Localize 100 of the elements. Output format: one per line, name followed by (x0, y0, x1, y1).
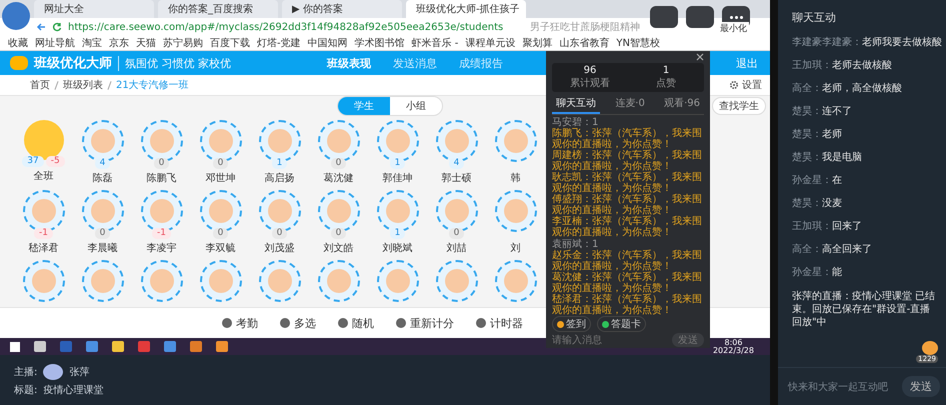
windows-start-icon[interactable] (10, 342, 20, 352)
sender-name: 孙金星： (792, 175, 832, 186)
chat-message: 周建榜：张萍（汽车系），我来围观你的直播啦，为你点赞！ (552, 151, 703, 172)
student-name: 郭佳坤 (382, 172, 412, 185)
bookmark-link[interactable]: 苏宁易购 (163, 36, 203, 50)
bookmark-link[interactable]: 虾米音乐 - (412, 36, 458, 50)
bookmark-link[interactable]: 课程单元设 (465, 36, 516, 50)
bookmark-link[interactable]: 淘宝 (82, 36, 102, 50)
stat-value: 1 (662, 65, 670, 76)
avatar-icon[interactable] (200, 260, 242, 302)
taskbar-app-icon[interactable] (86, 341, 98, 352)
bookmark-link[interactable]: 收藏 (8, 36, 28, 50)
student-name: 刘茂盛 (264, 242, 294, 255)
chat-message: 老师 (822, 129, 842, 140)
sender-name: 王加琪： (792, 60, 832, 71)
score-badge: 0 (212, 158, 228, 169)
action-button[interactable]: 签到 (552, 316, 591, 332)
browser-tab[interactable]: 你的答案_百度搜索 (158, 0, 278, 18)
action-button[interactable]: 答题卡 (597, 316, 646, 332)
settings-link[interactable]: 设置 (742, 78, 762, 92)
bookmark-link[interactable]: YN智慧校 (616, 36, 660, 50)
student-name: 全班 (34, 170, 54, 183)
stat-value: 96 (584, 65, 596, 76)
student-name: 刘喆 (446, 242, 466, 255)
score-badge: 0 (448, 228, 464, 239)
toolbar-button[interactable]: 计时器 (476, 316, 523, 330)
score-badge: 4 (94, 158, 110, 169)
clock-date: 2022/3/28 (712, 346, 754, 354)
score-badge: 0 (94, 228, 110, 239)
toolbar-button[interactable]: 随机 (338, 316, 374, 330)
view-toggle[interactable]: 小组 (390, 97, 442, 115)
chat-message: 高全回来了 (822, 244, 872, 255)
taskbar-app-icon[interactable] (112, 341, 124, 352)
bookmark-link[interactable]: 百度下载 (210, 36, 250, 50)
avatar-icon[interactable] (140, 260, 182, 302)
avatar-icon[interactable] (494, 190, 536, 232)
toolbar-button[interactable]: 考勤 (222, 316, 258, 330)
browser-tab[interactable]: 网址大全 (34, 0, 154, 18)
avatar-icon[interactable] (22, 260, 64, 302)
toolbar-button[interactable]: 多选 (280, 316, 316, 330)
chat-input-field[interactable]: 快来和大家一起互动吧 (788, 380, 888, 394)
taskbar-app-icon[interactable] (34, 341, 46, 352)
taskbar-app-icon[interactable] (216, 341, 228, 352)
find-student-button[interactable]: 查找学生 (712, 97, 766, 115)
taskbar-app-icon[interactable] (138, 341, 150, 352)
breadcrumb-link[interactable]: 首页 (30, 78, 50, 92)
panel-tab[interactable]: 观看·96 (660, 94, 704, 114)
tooltip: 最小化 (718, 22, 749, 35)
panel-tab[interactable]: 连麦·0 (611, 94, 649, 114)
chat-message: 李亚楠：张萍（汽车系），我来围观你的直播啦，为你点赞！ (552, 217, 703, 238)
browser-tab[interactable]: 班级优化大师-抓住孩子 (406, 0, 526, 18)
bookmark-link[interactable]: 学术图书馆 (354, 36, 405, 50)
score-badge: 1 (390, 228, 406, 239)
browser-tab[interactable]: ▶ 你的答案 (282, 0, 402, 18)
avatar-icon[interactable] (494, 120, 536, 162)
student-name: 韩 (510, 172, 520, 185)
back-icon[interactable] (36, 22, 46, 32)
sender-name: 高全： (792, 83, 822, 94)
bookmark-link[interactable]: 网址导航 (35, 36, 75, 50)
live-title: 疫情心理课堂 (43, 384, 104, 396)
bookmark-link[interactable]: 聚划算 (522, 36, 552, 50)
avatar-icon[interactable] (494, 260, 536, 302)
avatar-icon[interactable] (318, 260, 360, 302)
student-name: 刘 (510, 242, 520, 255)
score-badge: 37 (22, 156, 44, 167)
tool-icon (280, 318, 290, 328)
bookmark-link[interactable]: 天猫 (136, 36, 156, 50)
close-icon[interactable] (696, 53, 704, 61)
refresh-icon[interactable] (52, 22, 62, 32)
breadcrumb-link[interactable]: 班级列表 (63, 78, 103, 92)
panel-tab[interactable]: 聊天互动 (552, 94, 600, 114)
avatar-icon[interactable] (376, 260, 418, 302)
chat-message: 连不了 (822, 106, 852, 117)
sender-name: 楚昊： (792, 129, 822, 140)
score-badge: -1 (152, 228, 171, 239)
toolbar-button[interactable]: 重新计分 (396, 316, 454, 330)
taskbar-app-icon[interactable] (164, 341, 176, 352)
taskbar-app-icon[interactable] (190, 341, 202, 352)
bookmark-link[interactable]: 京东 (109, 36, 129, 50)
chat-title: 聊天互动 (792, 10, 837, 25)
address-field[interactable]: https://care.seewo.com/app#/myclass/2692dd3f14f94828af92e505eea2653e/students (68, 22, 504, 32)
tool-icon (338, 318, 348, 328)
avatar-icon[interactable] (82, 260, 124, 302)
chat-message: 赵乐金：张萍（汽车系），我来围观你的直播啦，为你点赞！ (552, 251, 703, 272)
taskbar-app-icon[interactable] (60, 341, 72, 352)
sender-name: 楚昊： (792, 198, 822, 209)
bookmark-link[interactable]: 灯塔-党建 (257, 36, 301, 50)
avatar-icon[interactable] (436, 260, 478, 302)
score-badge: 0 (154, 158, 170, 169)
sender-name: 孙金星： (792, 267, 832, 278)
chat-message: 袁丽斌：1 (552, 239, 598, 250)
tool-icon (222, 318, 232, 328)
bookmark-link[interactable]: 山东省教育 (559, 36, 610, 50)
settings-icon[interactable] (729, 80, 739, 90)
avatar-icon[interactable] (258, 260, 300, 302)
score-badge: 0 (330, 228, 346, 239)
send-button[interactable]: 发送 (902, 376, 940, 397)
app-logo-icon (10, 56, 28, 70)
bookmark-link[interactable]: 中国知网 (308, 36, 348, 50)
tool-icon (476, 318, 486, 328)
